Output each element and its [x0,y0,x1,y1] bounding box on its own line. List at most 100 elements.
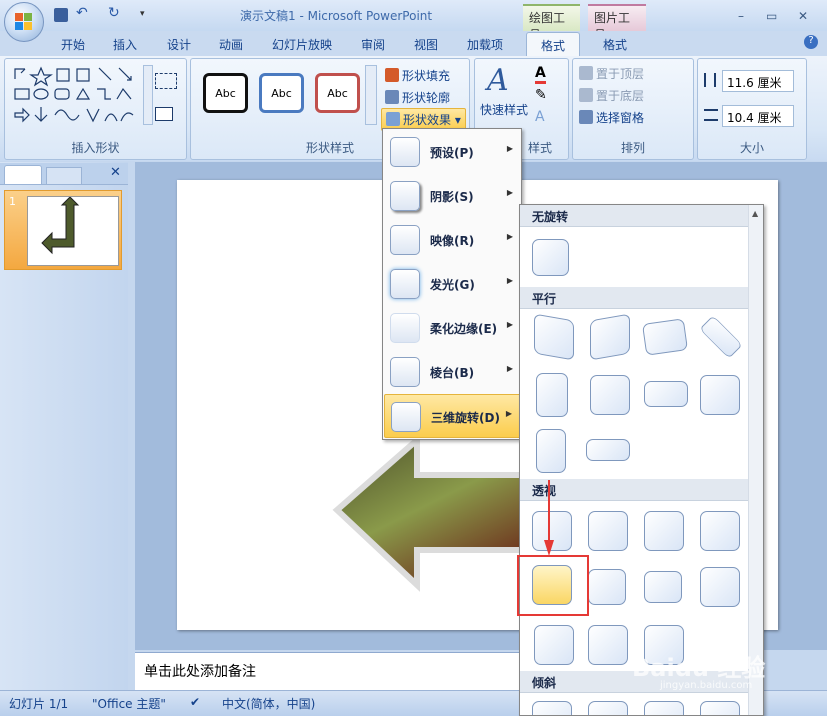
perspective-relaxed-icon[interactable] [588,625,628,665]
office-button[interactable] [4,2,44,42]
tab-view[interactable]: 视图 [414,36,438,53]
menu-item-reflection[interactable]: 映像(R) ▶ [384,218,521,262]
width-input[interactable]: 10.4 厘米 [722,105,794,127]
isometric-right-down-icon[interactable] [700,375,740,415]
section-no-rotation: 无旋转 [520,205,748,227]
menu-item-glow[interactable]: 发光(G) ▶ [384,262,521,306]
minimize-button[interactable]: – [738,9,744,23]
tab-slideshow[interactable]: 幻灯片放映 [272,36,332,53]
window-title: 演示文稿1 - Microsoft PowerPoint [240,9,433,23]
tab-animation[interactable]: 动画 [219,36,243,53]
text-outline-icon[interactable]: ✎ [535,87,547,103]
oblique-top-right-icon[interactable] [588,701,628,715]
annotation-arrow-icon [544,480,554,556]
menu-item-bevel[interactable]: 棱台(B) ▶ [384,350,521,394]
perspective-below-icon[interactable] [700,511,740,551]
3d-rotation-gallery: 无旋转 平行 透视 倾斜 ▲ [519,204,764,716]
height-input[interactable]: 11.6 厘米 [722,70,794,92]
tab-format-picture[interactable]: 格式 [603,36,627,53]
text-effects-icon[interactable]: A [535,109,545,125]
selection-pane-button[interactable]: 选择窗格 [579,109,644,126]
send-back-button[interactable]: 置于底层 [579,87,644,104]
quick-styles-button[interactable]: 快速样式 [480,101,528,118]
menu-item-shadow[interactable]: 阴影(S) ▶ [384,174,521,218]
annotation-highlight-box [517,555,589,616]
submenu-arrow-icon: ▶ [506,276,513,285]
slide-thumbnail-selected[interactable]: 1 [4,190,122,270]
menu-item-3d-rotation[interactable]: 三维旋转(D) ▶ [384,394,521,438]
arrange-group: 置于顶层 置于底层 选择窗格 排列 [572,58,694,160]
tab-home[interactable]: 开始 [61,36,85,53]
isometric-right-up-icon[interactable] [590,375,630,415]
style-swatch-black[interactable]: Abc [203,73,248,113]
send-back-icon [579,88,593,102]
notes-pane[interactable]: 单击此处添加备注 [135,652,523,690]
isometric-top-down-icon[interactable] [699,315,743,359]
undo-icon[interactable]: ↶ [76,5,90,21]
edit-shape-icon[interactable] [155,73,177,89]
shape-effects-menu: 预设(P) ▶ 阴影(S) ▶ 映像(R) ▶ 发光(G) ▶ 柔化边缘(E) ▶ 棱台(… [382,128,522,440]
customize-qat-icon[interactable]: ▾ [140,9,154,23]
styles-scroll-icon[interactable] [365,65,377,125]
parallel-off-axis-2-icon[interactable] [590,313,630,361]
tab-insert[interactable]: 插入 [113,36,137,53]
isometric-left-down-icon[interactable] [536,373,568,417]
perspective-right-icon[interactable] [644,511,684,551]
isometric-off-axis-2-icon[interactable] [586,439,630,461]
submenu-arrow-icon: ▶ [505,409,512,418]
drawing-tools-context: 绘图工具 [523,4,580,42]
help-icon[interactable]: ? [804,35,818,49]
shapes-gallery[interactable] [11,65,141,125]
save-icon[interactable] [54,8,68,22]
restore-button[interactable]: ▭ [766,9,777,23]
shape-fill-button[interactable]: 形状填充 [385,67,450,84]
scroll-up-icon[interactable]: ▲ [752,209,758,218]
oblique-bottom-right-icon[interactable] [700,701,740,715]
glow-icon [390,269,420,299]
spellcheck-icon[interactable]: ✔ [190,695,200,709]
picture-tools-context: 图片工具 [588,4,646,42]
oblique-top-left-icon[interactable] [532,701,572,715]
isometric-top-up-icon[interactable] [641,318,689,356]
submenu-arrow-icon: ▶ [506,320,513,329]
gallery-scrollbar[interactable]: ▲ [748,205,763,715]
isometric-left-up-icon[interactable] [644,381,688,407]
menu-item-preset[interactable]: 预设(P) ▶ [384,130,521,174]
tab-design[interactable]: 设计 [167,36,191,53]
shapes-scroll-icon[interactable] [143,65,153,125]
menu-item-soft-edges[interactable]: 柔化边缘(E) ▶ [384,306,521,350]
bevel-icon [390,357,420,387]
outline-tab-icon[interactable] [46,167,82,185]
submenu-arrow-icon: ▶ [506,144,513,153]
perspective-heroic-left-icon[interactable] [700,567,740,607]
perspective-contrasting-right-icon[interactable] [644,571,682,603]
size-group: 11.6 厘米 10.4 厘米 大小 [697,58,807,160]
notes-placeholder: 单击此处添加备注 [144,664,256,680]
parallel-off-axis-1-icon[interactable] [534,313,574,361]
style-swatch-blue[interactable]: Abc [259,73,304,113]
size-label: 大小 [739,141,764,155]
tab-format-drawing[interactable]: 格式 [526,32,580,57]
arrow-thumbnail-icon [41,196,80,255]
isometric-off-axis-1-icon[interactable] [536,429,566,473]
shape-outline-button[interactable]: 形状轮廓 [385,89,450,106]
language-status: 中文(简体，中国) [222,697,316,711]
perspective-left-icon[interactable] [588,511,628,551]
effects-icon [386,112,400,126]
slides-tab-icon[interactable] [4,165,42,185]
text-fill-icon[interactable]: A [535,65,546,84]
tab-review[interactable]: 审阅 [361,36,385,53]
close-button[interactable]: ✕ [798,9,808,23]
textbox-icon[interactable] [155,107,173,121]
bring-front-button[interactable]: 置于顶层 [579,65,644,82]
redo-icon[interactable]: ↻ [108,5,122,21]
close-pane-icon[interactable]: ✕ [110,165,121,180]
perspective-heroic-right-icon[interactable] [534,625,574,665]
tab-addins[interactable]: 加载项 [467,36,503,53]
bring-front-icon [579,66,593,80]
rotation-none-icon[interactable] [532,239,569,276]
perspective-contrasting-left-icon[interactable] [588,569,626,605]
preset-icon [390,137,420,167]
oblique-bottom-left-icon[interactable] [644,701,684,715]
style-swatch-red[interactable]: Abc [315,73,360,113]
